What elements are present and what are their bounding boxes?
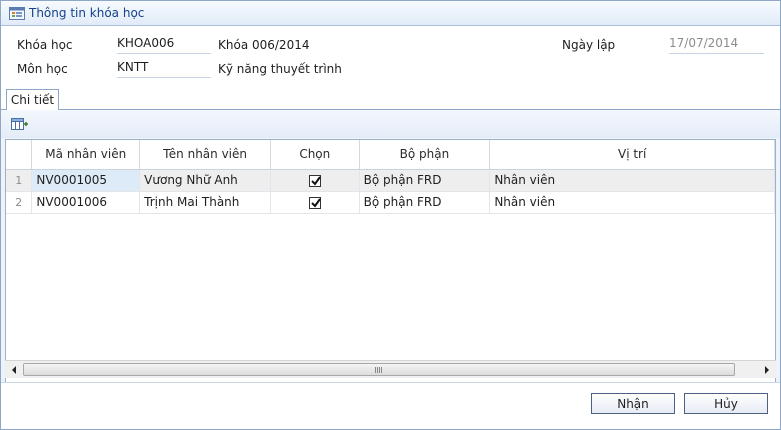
emp-name-cell[interactable]: Vương Nhữ Anh <box>139 169 271 192</box>
course-label: Khóa học <box>17 38 73 52</box>
select-cell[interactable] <box>270 191 360 214</box>
column-header-position[interactable]: Vị trí <box>489 140 775 170</box>
emp-name-cell[interactable]: Trịnh Mai Thành <box>139 191 271 214</box>
tab-strip: Chi tiết <box>1 89 780 110</box>
scroll-left-icon[interactable] <box>5 361 22 378</box>
row-number: 2 <box>6 191 33 214</box>
row-number: 1 <box>6 169 33 192</box>
course-info-icon <box>9 6 25 20</box>
employee-grid: Mã nhân viên Tên nhân viên Chọn Bộ phận … <box>5 139 776 386</box>
checkmark-icon <box>311 197 321 208</box>
grid-toolbar <box>1 110 780 138</box>
course-info-window: Thông tin khóa học Khóa học KHOA006 Khóa… <box>0 0 781 430</box>
emp-id-cell[interactable]: NV0001006 <box>31 191 141 214</box>
column-header-emp-name[interactable]: Tên nhân viên <box>139 140 271 170</box>
column-header-department[interactable]: Bộ phận <box>359 140 491 170</box>
column-header-select[interactable]: Chọn <box>270 140 360 170</box>
date-label: Ngày lập <box>562 38 616 52</box>
title-bar: Thông tin khóa học <box>1 1 780 26</box>
position-cell[interactable]: Nhân viên <box>489 191 775 214</box>
table-row[interactable]: 1 NV0001005 Vương Nhữ Anh Bộ phận FRD Nh… <box>6 169 775 192</box>
window-title: Thông tin khóa học <box>29 6 145 20</box>
date-field[interactable]: 17/07/2014 <box>669 36 764 54</box>
dialog-footer: Nhận Hủy <box>1 382 780 429</box>
department-cell[interactable]: Bộ phận FRD <box>359 191 491 214</box>
select-checkbox[interactable] <box>308 196 321 209</box>
select-cell[interactable] <box>270 169 360 192</box>
subject-code-field[interactable]: KNTT <box>117 60 211 78</box>
scroll-right-icon[interactable] <box>758 361 775 378</box>
subject-label: Môn học <box>17 62 68 76</box>
cancel-button[interactable]: Hủy <box>684 393 768 414</box>
select-checkbox[interactable] <box>308 174 321 187</box>
scrollbar-thumb[interactable] <box>23 363 735 376</box>
horizontal-scrollbar[interactable] <box>5 360 776 378</box>
ok-button[interactable]: Nhận <box>591 393 675 414</box>
details-panel: Mã nhân viên Tên nhân viên Chọn Bộ phận … <box>1 110 780 386</box>
course-name: Khóa 006/2014 <box>218 38 310 52</box>
grip-icon <box>375 367 383 373</box>
position-cell[interactable]: Nhân viên <box>489 169 775 192</box>
checkmark-icon <box>311 175 321 186</box>
course-code-field[interactable]: KHOA006 <box>117 36 211 54</box>
emp-id-cell[interactable]: NV0001005 <box>31 169 141 192</box>
table-row[interactable]: 2 NV0001006 Trịnh Mai Thành Bộ phận FRD … <box>6 191 775 214</box>
column-header-emp-id[interactable]: Mã nhân viên <box>31 140 141 170</box>
column-chooser-icon[interactable] <box>11 116 29 132</box>
tab-details[interactable]: Chi tiết <box>6 89 59 110</box>
row-number-header <box>6 140 33 170</box>
subject-name: Kỹ năng thuyết trình <box>218 62 342 76</box>
department-cell[interactable]: Bộ phận FRD <box>359 169 491 192</box>
course-header: Khóa học KHOA006 Khóa 006/2014 Môn học K… <box>1 27 780 88</box>
